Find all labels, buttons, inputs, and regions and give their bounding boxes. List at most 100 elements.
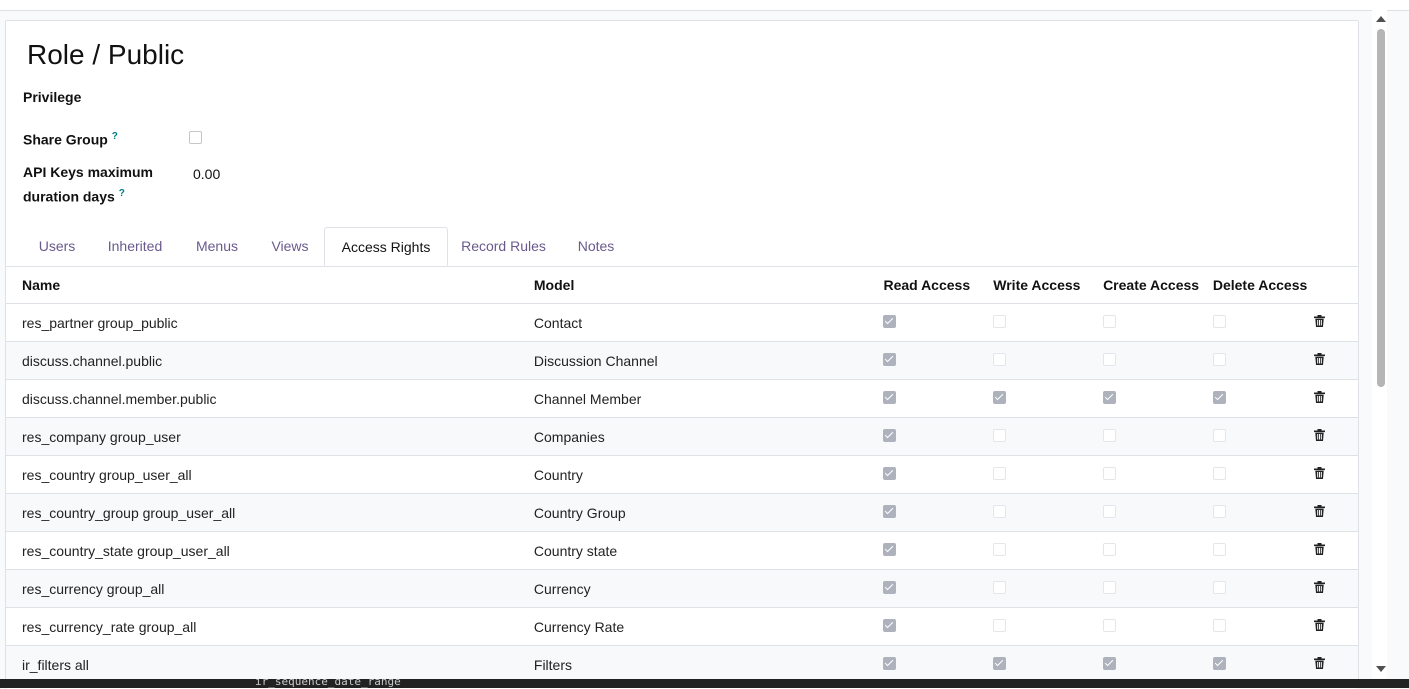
delete-access-checkbox[interactable] — [1212, 504, 1226, 518]
column-header-name[interactable]: Name — [6, 266, 534, 304]
table-row[interactable]: discuss.channel.public Discussion Channel — [6, 341, 1358, 380]
delete-row-trash-icon[interactable] — [1313, 352, 1326, 366]
cell-name[interactable]: discuss.channel.member.public — [6, 379, 534, 418]
create-access-checkbox[interactable] — [1103, 314, 1117, 328]
scroll-down-arrow-icon[interactable] — [1376, 666, 1386, 672]
cell-name[interactable]: res_company group_user — [6, 417, 534, 456]
cell-name[interactable]: res_partner group_public — [6, 303, 534, 342]
delete-access-checkbox[interactable] — [1212, 618, 1226, 632]
cell-name[interactable]: res_country_group group_user_all — [6, 493, 534, 532]
scroll-up-arrow-icon[interactable] — [1376, 16, 1386, 22]
cell-model[interactable]: Currency Rate — [533, 607, 884, 646]
read-access-checkbox[interactable] — [883, 352, 897, 366]
cell-name[interactable]: res_currency group_all — [6, 569, 534, 608]
read-access-checkbox[interactable] — [883, 542, 897, 556]
cell-model[interactable]: Currency — [533, 569, 884, 608]
write-access-checkbox[interactable] — [993, 504, 1007, 518]
table-row[interactable]: discuss.channel.member.public Channel Mem… — [6, 379, 1358, 418]
table-row[interactable]: res_country group_user_all Country — [6, 455, 1358, 494]
cell-model[interactable]: Contact — [533, 303, 884, 342]
column-header-write-access[interactable]: Write Access — [993, 266, 1104, 304]
create-access-checkbox[interactable] — [1103, 504, 1117, 518]
delete-access-checkbox[interactable] — [1212, 580, 1226, 594]
delete-access-checkbox[interactable] — [1212, 390, 1226, 404]
write-access-checkbox[interactable] — [993, 542, 1007, 556]
table-row[interactable]: res_country_group group_user_all Country … — [6, 493, 1358, 532]
delete-access-checkbox[interactable] — [1212, 314, 1226, 328]
write-access-checkbox[interactable] — [993, 618, 1007, 632]
tab-menus[interactable]: Menus — [182, 227, 252, 266]
read-access-checkbox[interactable] — [883, 390, 897, 404]
table-row[interactable]: res_partner group_public Contact — [6, 303, 1358, 342]
write-access-checkbox[interactable] — [993, 314, 1007, 328]
create-access-checkbox[interactable] — [1103, 390, 1117, 404]
write-access-checkbox[interactable] — [993, 352, 1007, 366]
table-row[interactable]: res_currency_rate group_all Currency Rate — [6, 607, 1358, 646]
delete-row-trash-icon[interactable] — [1313, 542, 1326, 556]
tab-access-rights[interactable]: Access Rights — [324, 227, 448, 266]
delete-row-trash-icon[interactable] — [1313, 504, 1326, 518]
column-header-create-access[interactable]: Create Access — [1103, 266, 1213, 304]
delete-access-checkbox[interactable] — [1212, 428, 1226, 442]
scrollbar-thumb[interactable] — [1377, 29, 1385, 387]
delete-access-checkbox[interactable] — [1212, 542, 1226, 556]
cell-name[interactable]: res_country group_user_all — [6, 455, 534, 494]
create-access-checkbox[interactable] — [1103, 656, 1117, 670]
write-access-checkbox[interactable] — [993, 466, 1007, 480]
delete-access-checkbox[interactable] — [1212, 656, 1226, 670]
cell-name[interactable]: res_country_state group_user_all — [6, 531, 534, 570]
api-keys-value[interactable]: 0.00 — [193, 166, 220, 182]
table-row[interactable]: res_country_state group_user_all Country … — [6, 531, 1358, 570]
api-keys-help-icon[interactable]: ? — [119, 188, 125, 199]
cell-name[interactable]: discuss.channel.public — [6, 341, 534, 380]
read-access-checkbox[interactable] — [883, 504, 897, 518]
delete-access-checkbox[interactable] — [1212, 352, 1226, 366]
create-access-checkbox[interactable] — [1103, 542, 1117, 556]
cell-model[interactable]: Companies — [533, 417, 884, 456]
write-access-checkbox[interactable] — [993, 580, 1007, 594]
cell-model[interactable]: Country — [533, 455, 884, 494]
create-access-checkbox[interactable] — [1103, 580, 1117, 594]
delete-access-checkbox[interactable] — [1212, 466, 1226, 480]
column-header-delete-access[interactable]: Delete Access — [1212, 266, 1314, 304]
share-group-checkbox[interactable] — [189, 131, 202, 144]
write-access-checkbox[interactable] — [993, 656, 1007, 670]
share-group-help-icon[interactable]: ? — [112, 131, 118, 142]
write-access-checkbox[interactable] — [993, 428, 1007, 442]
create-access-checkbox[interactable] — [1103, 618, 1117, 632]
cell-model[interactable]: Country Group — [533, 493, 884, 532]
tab-record-rules[interactable]: Record Rules — [455, 227, 552, 266]
tab-users[interactable]: Users — [22, 227, 92, 266]
table-row[interactable]: ir_filters all Filters — [6, 645, 1358, 684]
read-access-checkbox[interactable] — [883, 314, 897, 328]
tab-views[interactable]: Views — [258, 227, 322, 266]
create-access-checkbox[interactable] — [1103, 352, 1117, 366]
read-access-checkbox[interactable] — [883, 656, 897, 670]
table-row[interactable]: res_currency group_all Currency — [6, 569, 1358, 608]
cell-name[interactable]: ir_filters all — [6, 645, 534, 684]
create-access-checkbox[interactable] — [1103, 428, 1117, 442]
read-access-checkbox[interactable] — [883, 428, 897, 442]
read-access-checkbox[interactable] — [883, 580, 897, 594]
read-access-checkbox[interactable] — [883, 618, 897, 632]
delete-row-trash-icon[interactable] — [1313, 466, 1326, 480]
cell-model[interactable]: Discussion Channel — [533, 341, 884, 380]
tab-inherited[interactable]: Inherited — [94, 227, 176, 266]
write-access-checkbox[interactable] — [993, 390, 1007, 404]
delete-row-trash-icon[interactable] — [1313, 656, 1326, 670]
read-access-checkbox[interactable] — [883, 466, 897, 480]
cell-model[interactable]: Country state — [533, 531, 884, 570]
column-header-model[interactable]: Model — [533, 266, 884, 304]
cell-model[interactable]: Filters — [533, 645, 884, 684]
table-row[interactable]: res_company group_user Companies — [6, 417, 1358, 456]
delete-row-trash-icon[interactable] — [1313, 314, 1326, 328]
cell-name[interactable]: res_currency_rate group_all — [6, 607, 534, 646]
create-access-checkbox[interactable] — [1103, 466, 1117, 480]
delete-row-trash-icon[interactable] — [1313, 390, 1326, 404]
delete-row-trash-icon[interactable] — [1313, 428, 1326, 442]
scrollbar[interactable] — [1372, 10, 1387, 678]
tab-notes[interactable]: Notes — [566, 227, 626, 266]
cell-model[interactable]: Channel Member — [533, 379, 884, 418]
delete-row-trash-icon[interactable] — [1313, 618, 1326, 632]
delete-row-trash-icon[interactable] — [1313, 580, 1326, 594]
